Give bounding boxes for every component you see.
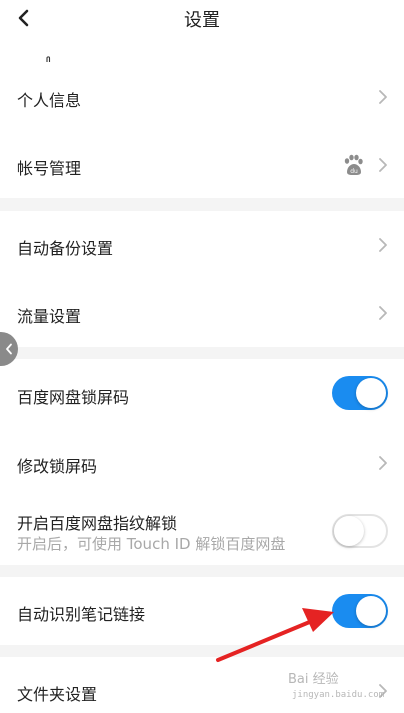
- section-divider: [0, 645, 404, 657]
- settings-row-folder[interactable]: 文件夹设置: [0, 657, 404, 713]
- toggle-knob: [356, 596, 386, 626]
- chevron-right-icon: [379, 306, 387, 320]
- section-divider: [0, 565, 404, 577]
- nav-header: 设置: [0, 0, 404, 34]
- settings-row-change-lock-code[interactable]: 修改锁屏码: [0, 429, 404, 497]
- lock-code-toggle[interactable]: [332, 376, 388, 410]
- row-label: 开启百度网盘指纹解锁: [17, 514, 178, 533]
- row-label: 文件夹设置: [17, 685, 98, 704]
- row-label: 自动备份设置: [17, 239, 114, 258]
- toggle-knob: [334, 516, 364, 546]
- fingerprint-unlock-toggle[interactable]: [332, 514, 388, 548]
- settings-row-account[interactable]: 帐号管理 du: [0, 132, 404, 198]
- settings-row-lock-code[interactable]: 百度网盘锁屏码: [0, 359, 404, 429]
- chevron-right-icon: [379, 238, 387, 252]
- toggle-knob: [356, 378, 386, 408]
- settings-row-auto-backup[interactable]: 自动备份设置: [0, 211, 404, 279]
- row-label: 个人信息: [17, 91, 82, 110]
- chevron-right-icon: [379, 456, 387, 470]
- row-sublabel: 开启后，可使用 Touch ID 解锁百度网盘: [17, 535, 286, 553]
- row-label: 修改锁屏码: [17, 457, 98, 476]
- settings-row-personal-info[interactable]: 个人信息: [0, 62, 404, 132]
- note-link-toggle[interactable]: [332, 594, 388, 628]
- page-title: 设置: [184, 10, 220, 31]
- chevron-left-icon: [6, 343, 12, 355]
- settings-row-note-link[interactable]: 自动识别笔记链接: [0, 577, 404, 645]
- baidu-paw-icon: du: [344, 154, 363, 175]
- chevron-right-icon: [379, 158, 387, 172]
- row-label: 帐号管理: [17, 159, 82, 178]
- svg-text:du: du: [350, 168, 358, 175]
- section-divider: [0, 198, 404, 211]
- settings-row-traffic[interactable]: 流量设置: [0, 279, 404, 347]
- chevron-right-icon: [379, 90, 387, 104]
- row-label: 百度网盘锁屏码: [17, 388, 130, 407]
- watermark-logo: Bai 经验: [288, 672, 339, 687]
- watermark-url: jingyan.baidu.com: [292, 690, 385, 700]
- row-label: 自动识别笔记链接: [17, 605, 146, 624]
- settings-row-fingerprint-unlock[interactable]: 开启百度网盘指纹解锁 开启后，可使用 Touch ID 解锁百度网盘: [0, 497, 404, 565]
- section-divider: [0, 347, 404, 359]
- row-label: 流量设置: [17, 307, 82, 326]
